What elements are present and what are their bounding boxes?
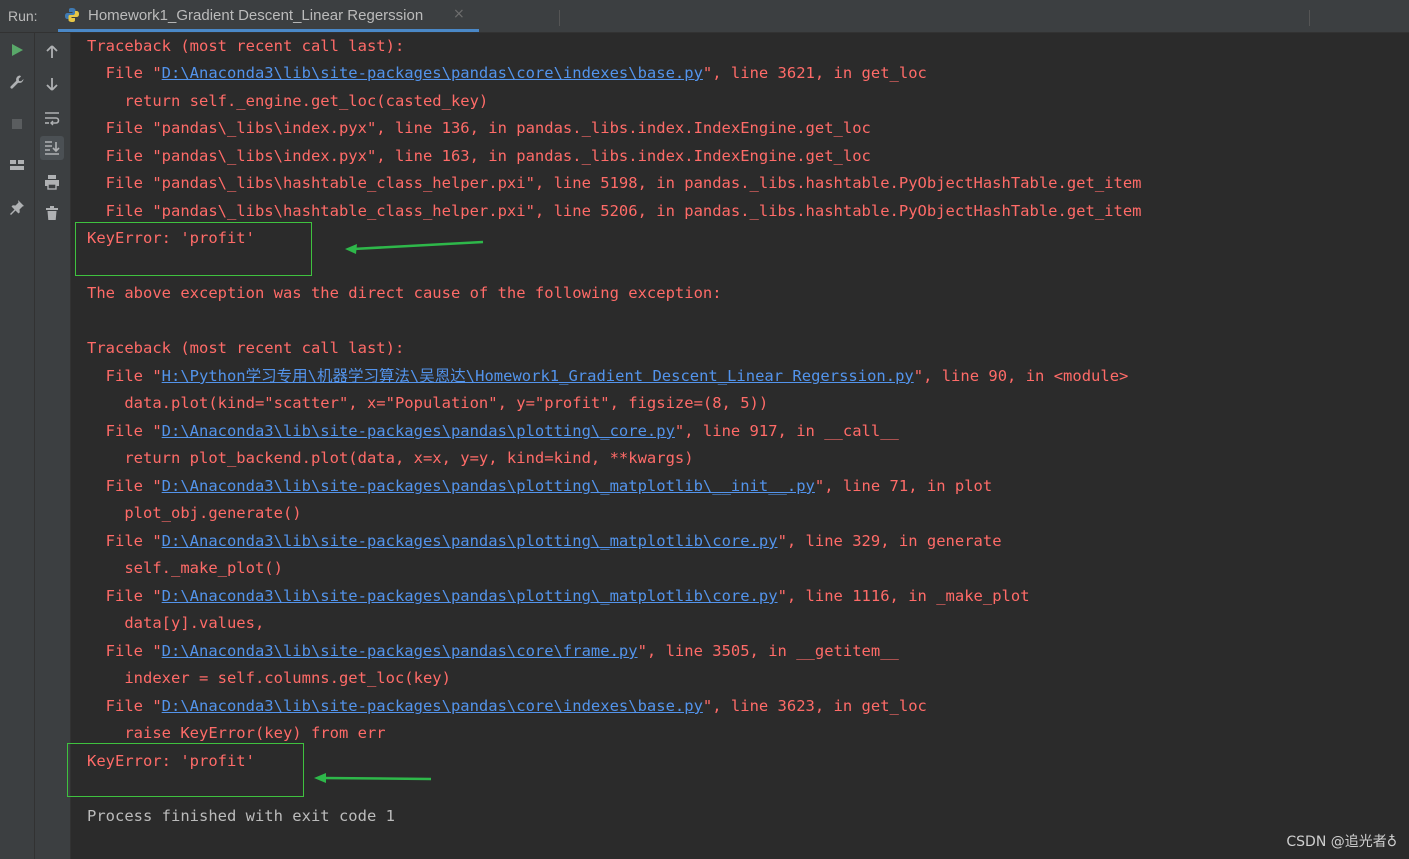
modify-run-config-button[interactable]	[5, 70, 29, 94]
traceback-file-line: File "D:\Anaconda3\lib\site-packages\pan…	[87, 422, 899, 440]
traceback-code-line: self._make_plot()	[87, 559, 283, 577]
close-tab-icon[interactable]: ×	[453, 6, 465, 22]
traceback-file-line: File "pandas\_libs\hashtable_class_helpe…	[87, 202, 1142, 220]
trash-icon	[46, 206, 58, 220]
file-link[interactable]: D:\Anaconda3\lib\site-packages\pandas\pl…	[162, 477, 815, 495]
header-separator	[559, 10, 560, 26]
csdn-watermark: CSDN @追光者♁	[1286, 834, 1397, 850]
file-link[interactable]: D:\Anaconda3\lib\site-packages\pandas\pl…	[162, 422, 675, 440]
exception-cause-message: The above exception was the direct cause…	[87, 284, 722, 302]
header-separator	[1309, 10, 1310, 26]
traceback-file-line: File "pandas\_libs\hashtable_class_helpe…	[87, 174, 1142, 192]
soft-wrap-button[interactable]	[40, 106, 64, 130]
file-link[interactable]: D:\Anaconda3\lib\site-packages\pandas\co…	[162, 642, 638, 660]
traceback-code-line: indexer = self.columns.get_loc(key)	[87, 669, 451, 687]
scroll-to-end-button[interactable]	[40, 136, 64, 160]
rerun-button[interactable]	[5, 38, 29, 62]
traceback-code-line: plot_obj.generate()	[87, 504, 302, 522]
clear-all-button[interactable]	[40, 201, 64, 225]
run-label: Run:	[8, 8, 38, 24]
traceback-header: Traceback (most recent call last):	[87, 339, 405, 357]
traceback-file-line: File "pandas\_libs\index.pyx", line 163,…	[87, 147, 871, 165]
traceback-file-line: File "D:\Anaconda3\lib\site-packages\pan…	[87, 477, 993, 495]
traceback-file-line: File "D:\Anaconda3\lib\site-packages\pan…	[87, 64, 927, 82]
traceback-code-line: return plot_backend.plot(data, x=x, y=y,…	[87, 449, 694, 467]
traceback-code-line: data[y].values,	[87, 614, 265, 632]
traceback-file-line: File "D:\Anaconda3\lib\site-packages\pan…	[87, 697, 927, 715]
highlight-box	[67, 743, 304, 797]
traceback-file-line: File "H:\Python学习专用\机器学习算法\吴恩达\Homework1…	[87, 367, 1129, 385]
traceback-code-line: data.plot(kind="scatter", x="Population"…	[87, 394, 769, 412]
printer-icon	[45, 175, 59, 190]
previous-occurrence-button[interactable]	[40, 40, 64, 64]
layout-icon	[10, 160, 24, 170]
file-link[interactable]: D:\Anaconda3\lib\site-packages\pandas\pl…	[162, 587, 778, 605]
run-toolbar-primary	[0, 33, 35, 859]
run-tab-title: Homework1_Gradient Descent_Linear Regers…	[88, 7, 424, 24]
play-icon	[12, 44, 23, 56]
pin-tab-button[interactable]	[5, 195, 29, 219]
python-file-icon	[65, 8, 79, 22]
run-toolbar-secondary	[35, 33, 71, 859]
run-header: Run: Homework1_Gradient Descent_Linear R…	[0, 0, 1409, 33]
run-tab[interactable]: Homework1_Gradient Descent_Linear Regers…	[58, 0, 479, 32]
soft-wrap-icon	[45, 112, 60, 126]
traceback-code-line: return self._engine.get_loc(casted_key)	[87, 92, 489, 110]
next-occurrence-button[interactable]	[40, 72, 64, 96]
traceback-file-line: File "D:\Anaconda3\lib\site-packages\pan…	[87, 642, 899, 660]
annotation-arrow	[345, 240, 484, 254]
pin-icon	[10, 200, 24, 215]
stop-icon	[12, 119, 22, 129]
restore-layout-button[interactable]	[5, 153, 29, 177]
traceback-file-line: File "pandas\_libs\index.pyx", line 136,…	[87, 119, 871, 137]
scroll-to-end-icon	[45, 141, 60, 155]
file-link[interactable]: D:\Anaconda3\lib\site-packages\pandas\pl…	[162, 532, 778, 550]
arrow-down-icon	[46, 78, 58, 91]
print-button[interactable]	[40, 170, 64, 194]
stop-button[interactable]	[5, 112, 29, 136]
console-output[interactable]: Traceback (most recent call last): File …	[67, 33, 1409, 859]
traceback-file-line: File "D:\Anaconda3\lib\site-packages\pan…	[87, 532, 1002, 550]
wrench-icon	[10, 75, 24, 89]
traceback-file-line: File "D:\Anaconda3\lib\site-packages\pan…	[87, 587, 1030, 605]
file-link[interactable]: H:\Python学习专用\机器学习算法\吴恩达\Homework1_Gradi…	[162, 367, 914, 385]
traceback-header: Traceback (most recent call last):	[87, 37, 405, 55]
annotation-arrow	[314, 773, 432, 783]
process-exit-message: Process finished with exit code 1	[87, 807, 395, 825]
highlight-box	[75, 222, 312, 276]
file-link[interactable]: D:\Anaconda3\lib\site-packages\pandas\co…	[162, 697, 703, 715]
file-link[interactable]: D:\Anaconda3\lib\site-packages\pandas\co…	[162, 64, 703, 82]
traceback-code-line: raise KeyError(key) from err	[87, 724, 386, 742]
arrow-up-icon	[46, 45, 58, 58]
